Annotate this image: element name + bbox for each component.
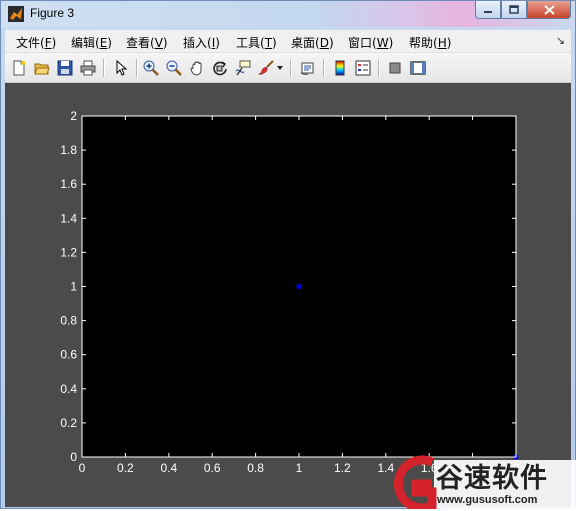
toolbar-separator (378, 59, 380, 77)
rotate-3d-icon[interactable] (210, 58, 230, 78)
matlab-logo-icon (8, 6, 24, 22)
x-tick-label: 1.2 (334, 461, 351, 475)
y-tick-label: 0 (70, 450, 77, 464)
y-tick-label: 0.6 (60, 348, 77, 362)
toolbar-separator (136, 59, 138, 77)
toolbar-separator (103, 59, 105, 77)
figure-toolbar (5, 53, 571, 83)
y-tick-label: 0.2 (60, 416, 77, 430)
y-tick-label: 1.4 (60, 211, 77, 225)
menu-window[interactable]: 窗口(W) (348, 34, 393, 51)
toolbar-separator (290, 59, 292, 77)
menu-insert[interactable]: 插入(I) (183, 34, 220, 51)
menu-help[interactable]: 帮助(H) (409, 34, 451, 51)
maximize-button[interactable] (501, 1, 527, 19)
show-plot-tools-icon[interactable] (408, 58, 428, 78)
zoom-in-icon[interactable] (141, 58, 161, 78)
figure-window: Figure 3 文件(F) 编辑(E) 查看(V) 插入(I) 工具(T) 桌… (0, 0, 576, 509)
menu-edit[interactable]: 编辑(E) (71, 34, 112, 51)
legend-icon[interactable] (353, 58, 373, 78)
hide-plot-tools-icon[interactable] (385, 58, 405, 78)
figure-canvas: 0 0.2 0.4 0.6 0.8 1 1.2 1.4 1.6 1.8 2 0 0.2 0.4 0.6 0.… (5, 83, 571, 507)
y-tick-label: 1.2 (60, 245, 77, 259)
y-tick-label: 0.4 (60, 382, 77, 396)
open-file-icon[interactable] (32, 58, 52, 78)
new-figure-icon[interactable] (9, 58, 29, 78)
x-tick-label: 0.2 (117, 461, 134, 475)
y-tick-label: 1 (70, 280, 77, 294)
y-tick-label: 0.8 (60, 314, 77, 328)
watermark-text: 谷速软件 (436, 463, 548, 494)
data-cursor-icon[interactable] (233, 58, 253, 78)
minimize-button[interactable] (475, 1, 501, 19)
menu-file[interactable]: 文件(F) (16, 34, 56, 51)
y-tick-label: 2 (70, 109, 77, 123)
brush-dropdown-icon[interactable] (275, 58, 285, 78)
data-point-star (296, 283, 302, 290)
dock-arrow-icon[interactable]: ↘ (556, 34, 565, 47)
print-icon[interactable] (78, 58, 98, 78)
menu-desktop[interactable]: 桌面(D) (291, 34, 334, 51)
y-tick-label: 1.8 (60, 143, 77, 157)
toolbar-separator (323, 59, 325, 77)
close-icon (543, 4, 555, 15)
close-button[interactable] (527, 1, 571, 19)
edit-plot-arrow-icon[interactable] (111, 58, 131, 78)
menu-tools[interactable]: 工具(T) (236, 34, 277, 51)
title-bar[interactable]: Figure 3 (1, 1, 575, 27)
y-tick-label: 1.6 (60, 177, 77, 191)
x-tick-label: 0 (79, 461, 86, 475)
save-icon[interactable] (55, 58, 75, 78)
colorbar-icon[interactable] (330, 58, 350, 78)
pan-hand-icon[interactable] (187, 58, 207, 78)
x-tick-label: 0.6 (204, 461, 221, 475)
maximize-icon (509, 5, 519, 14)
x-tick-label: 0.4 (160, 461, 177, 475)
x-tick-label: 1 (296, 461, 303, 475)
menu-bar: 文件(F) 编辑(E) 查看(V) 插入(I) 工具(T) 桌面(D) 窗口(W… (5, 30, 571, 53)
minimize-icon (484, 10, 492, 13)
link-plot-icon[interactable] (298, 58, 318, 78)
x-tick-label: 0.8 (247, 461, 264, 475)
zoom-out-icon[interactable] (164, 58, 184, 78)
axes-plot[interactable]: 0 0.2 0.4 0.6 0.8 1 1.2 1.4 1.6 1.8 2 0 0.2 0.4 0.6 0.… (5, 83, 571, 507)
window-title: Figure 3 (30, 6, 75, 20)
menu-view[interactable]: 查看(V) (126, 34, 168, 51)
watermark-url: www.gususoft.com (437, 494, 538, 506)
brush-icon[interactable] (256, 58, 276, 78)
